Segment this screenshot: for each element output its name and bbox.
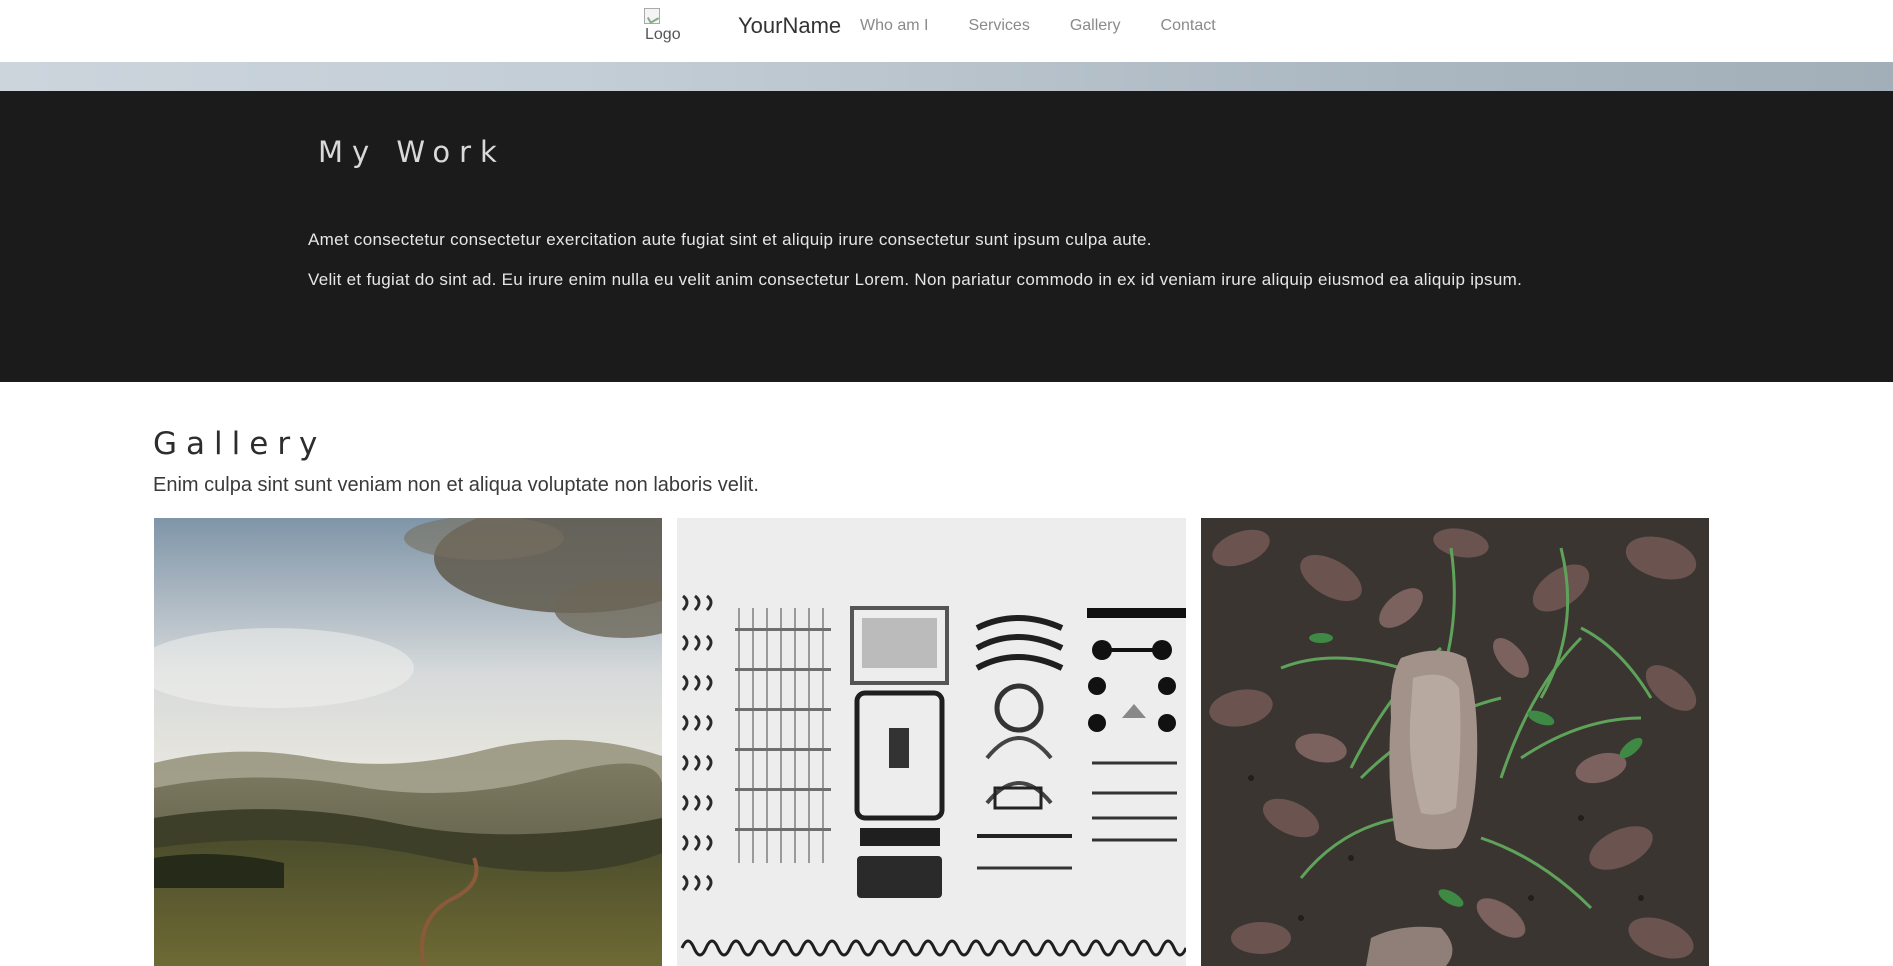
logo-image[interactable]: Logo (644, 8, 684, 44)
logo-alt-text: Logo (645, 26, 681, 43)
nav-link-contact[interactable]: Contact (1161, 13, 1216, 39)
broken-image-icon (644, 8, 660, 24)
my-work-title: My Work (318, 135, 506, 169)
gallery-photo-leaves-stone[interactable] (1201, 518, 1709, 966)
nav-link-gallery[interactable]: Gallery (1070, 13, 1121, 39)
gallery-title: Gallery (153, 426, 327, 462)
hero-band (0, 62, 1893, 91)
gallery-photo-typewriter-parts[interactable] (677, 518, 1186, 966)
brand[interactable]: Logo YourName (644, 4, 841, 48)
my-work-section: My Work Amet consectetur consectetur exe… (0, 91, 1893, 382)
main-nav: Who am I Services Gallery Contact (860, 13, 1256, 39)
site-header: Logo YourName Who am I Services Gallery … (0, 0, 1893, 62)
gallery-subtitle: Enim culpa sint sunt veniam non et aliqu… (153, 474, 759, 496)
nav-link-services[interactable]: Services (968, 13, 1029, 39)
my-work-paragraph: Amet consectetur consectetur exercitatio… (308, 230, 1152, 249)
gallery-photo-landscape[interactable] (154, 518, 662, 966)
my-work-paragraph: Velit et fugiat do sint ad. Eu irure eni… (308, 270, 1523, 289)
nav-link-who-am-i[interactable]: Who am I (860, 13, 928, 39)
brand-name[interactable]: YourName (738, 13, 841, 39)
